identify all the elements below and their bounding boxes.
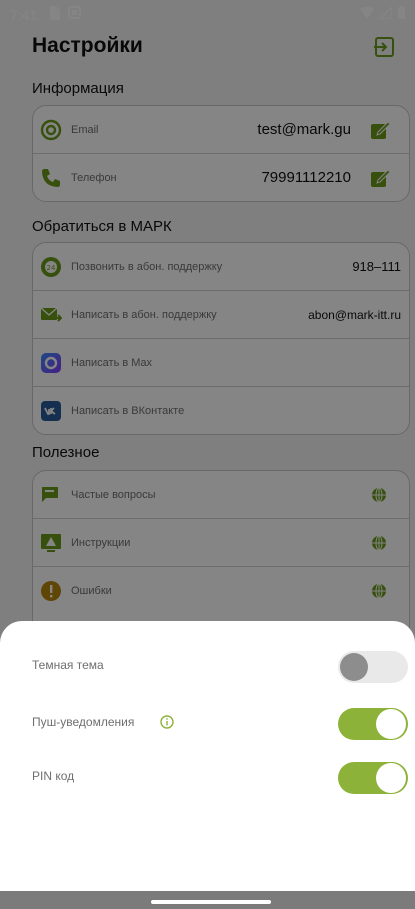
dark-theme-label: Темная тема: [32, 658, 104, 672]
push-notifications-label: Пуш-уведомления: [32, 715, 135, 729]
pin-code-toggle[interactable]: [338, 762, 408, 794]
settings-screen: 7:41 Настройки Информация Email test@mar…: [0, 0, 415, 909]
info-icon[interactable]: [160, 715, 174, 729]
toggle-knob: [376, 709, 406, 739]
toggle-knob: [376, 763, 406, 793]
settings-bottom-sheet: Темная тема Пуш-уведомления PIN код: [0, 621, 415, 891]
dark-theme-row: Темная тема: [32, 647, 408, 687]
push-notifications-row: Пуш-уведомления: [32, 704, 408, 744]
pin-code-label: PIN код: [32, 769, 75, 783]
toggle-knob: [340, 653, 368, 681]
dark-theme-toggle[interactable]: [338, 651, 408, 683]
push-notifications-toggle[interactable]: [338, 708, 408, 740]
pin-code-row: PIN код: [32, 758, 408, 798]
home-handle[interactable]: [151, 900, 271, 904]
navigation-bar: [0, 891, 415, 909]
